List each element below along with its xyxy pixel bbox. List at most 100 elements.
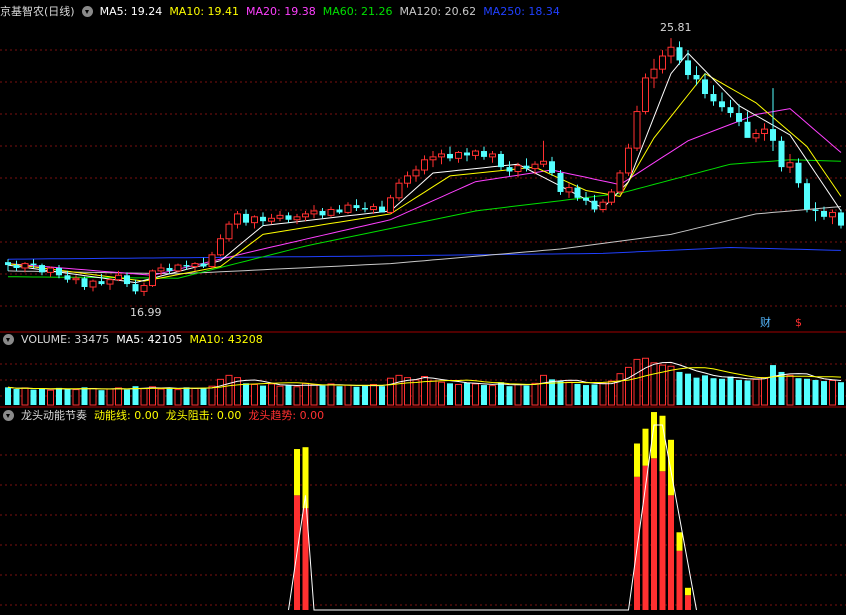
volume-bar-down [39,388,45,405]
volume-bar-up [540,374,547,406]
candle-body-up [370,206,377,211]
volume-bar-down [464,382,470,405]
candle-body-down [379,206,385,213]
volume-bar-up [472,383,479,406]
volume-bar-up [217,378,224,406]
candle-body-down [98,281,105,285]
volume-bar-down [523,385,530,405]
ma-legend-item: MA120: 20.62 [399,4,477,18]
low-price-label: 16.99 [130,306,162,319]
candle-body-up [625,147,632,174]
volume-bar-down [719,378,725,405]
candle-body-down [319,210,326,216]
candle-body-up [191,263,199,268]
candle-body-down [778,140,785,168]
volume-bar-up [225,374,233,406]
indicator-title: 龙头动能节奏 [21,408,87,422]
volume-bar-down [5,387,11,405]
block-bar [294,449,300,496]
volume-bar-up [608,380,615,406]
volume-bar-down [243,383,249,405]
candle-body-up [208,254,216,268]
volume-bar-down [447,383,453,405]
candle-body-up [225,223,233,240]
candle-body-up [344,204,352,213]
candle-body-up [438,153,445,158]
volume-bar-up [251,383,258,406]
candle-body-down [702,79,708,95]
candle-body-down [506,167,513,172]
volume-bar-up [531,382,539,406]
volume-ma5: MA5: 42105 [116,332,183,346]
candle-body-up [174,264,182,272]
candle-body-down [744,121,751,138]
volume-bar-up [370,383,377,406]
indicator-menu-dropdown-icon[interactable] [3,410,14,421]
candle-body-up [115,274,122,281]
candle-body-up [157,267,165,272]
candle-body-up [608,191,615,203]
candle-body-up [404,175,411,184]
volume-bar-down [744,380,751,405]
volume-bar-up [302,382,309,406]
high-price-label: 25.81 [660,21,692,34]
volume-bar-down [260,385,266,405]
block-bar [651,412,657,459]
candle-body-up [642,77,649,113]
volume-bar-up [412,379,420,406]
candle-body-up [659,55,666,70]
volume-bar-up [89,387,97,406]
candle-body-down [362,208,368,210]
volume-bar-up [599,382,607,406]
volume-bar-up [293,386,301,406]
volume-panel-header: VOLUME: 33475 MA5: 42105 MA10: 43208 [0,332,263,347]
dragon-block-label: 龙头阻击: 0.00 [165,408,242,422]
volume-bar-up [642,357,649,406]
candle-body-up [829,211,836,218]
candle-body-down [549,161,555,173]
candle-body-up [667,46,675,57]
volume-bar-down [574,383,581,405]
ma-legend: MA5: 19.24 MA10: 19.41 MA20: 19.38 MA60: 21… [100,5,560,19]
candle-body-down [557,172,564,192]
candle-body-down [736,113,742,122]
volume-bar-up [514,383,522,406]
volume-bar-up [404,377,411,406]
candle-body-up [761,128,768,134]
volume-bar-up [47,389,54,406]
volume-bar-up [752,378,760,406]
candle-body-up [599,201,607,211]
finance-badge-icon[interactable]: 财 [760,317,771,329]
volume-bar-up [786,374,794,406]
volume-bar-down [702,375,708,405]
volume-bar-down [481,385,487,405]
ma-legend-item: MA5: 19.24 [99,4,163,18]
volume-bar-down [81,387,88,405]
candle-body-up [752,132,760,139]
block-bar [668,439,674,496]
volume-ma10: MA10: 43208 [189,332,263,346]
dollar-badge-icon[interactable]: $ [795,317,802,329]
dragon-trend-label: 龙头趋势: 0.00 [248,408,325,422]
candle-body-up [293,216,301,221]
candle-body-up [276,214,284,219]
volume-menu-dropdown-icon[interactable] [3,334,14,345]
panel-menu-dropdown-icon[interactable] [81,6,93,17]
candle-body-down [183,265,190,267]
candle-body-down [727,107,734,114]
candle-body-up [89,280,97,288]
volume-bar-up [761,377,768,406]
candle-body-up [540,160,547,165]
candle-body-down [56,267,62,276]
volume-bar-up [106,388,114,406]
candle-body-down [30,263,37,266]
candle-body-up [786,162,794,168]
volume-bar-up [21,387,29,406]
volume-bar-down [795,378,802,405]
volume-bar-up [616,373,624,406]
candle-body-down [812,209,819,211]
volume-bar-up [157,388,165,406]
volume-bar-up [455,383,462,406]
momentum-bar [634,476,640,610]
block-bar [634,443,640,477]
